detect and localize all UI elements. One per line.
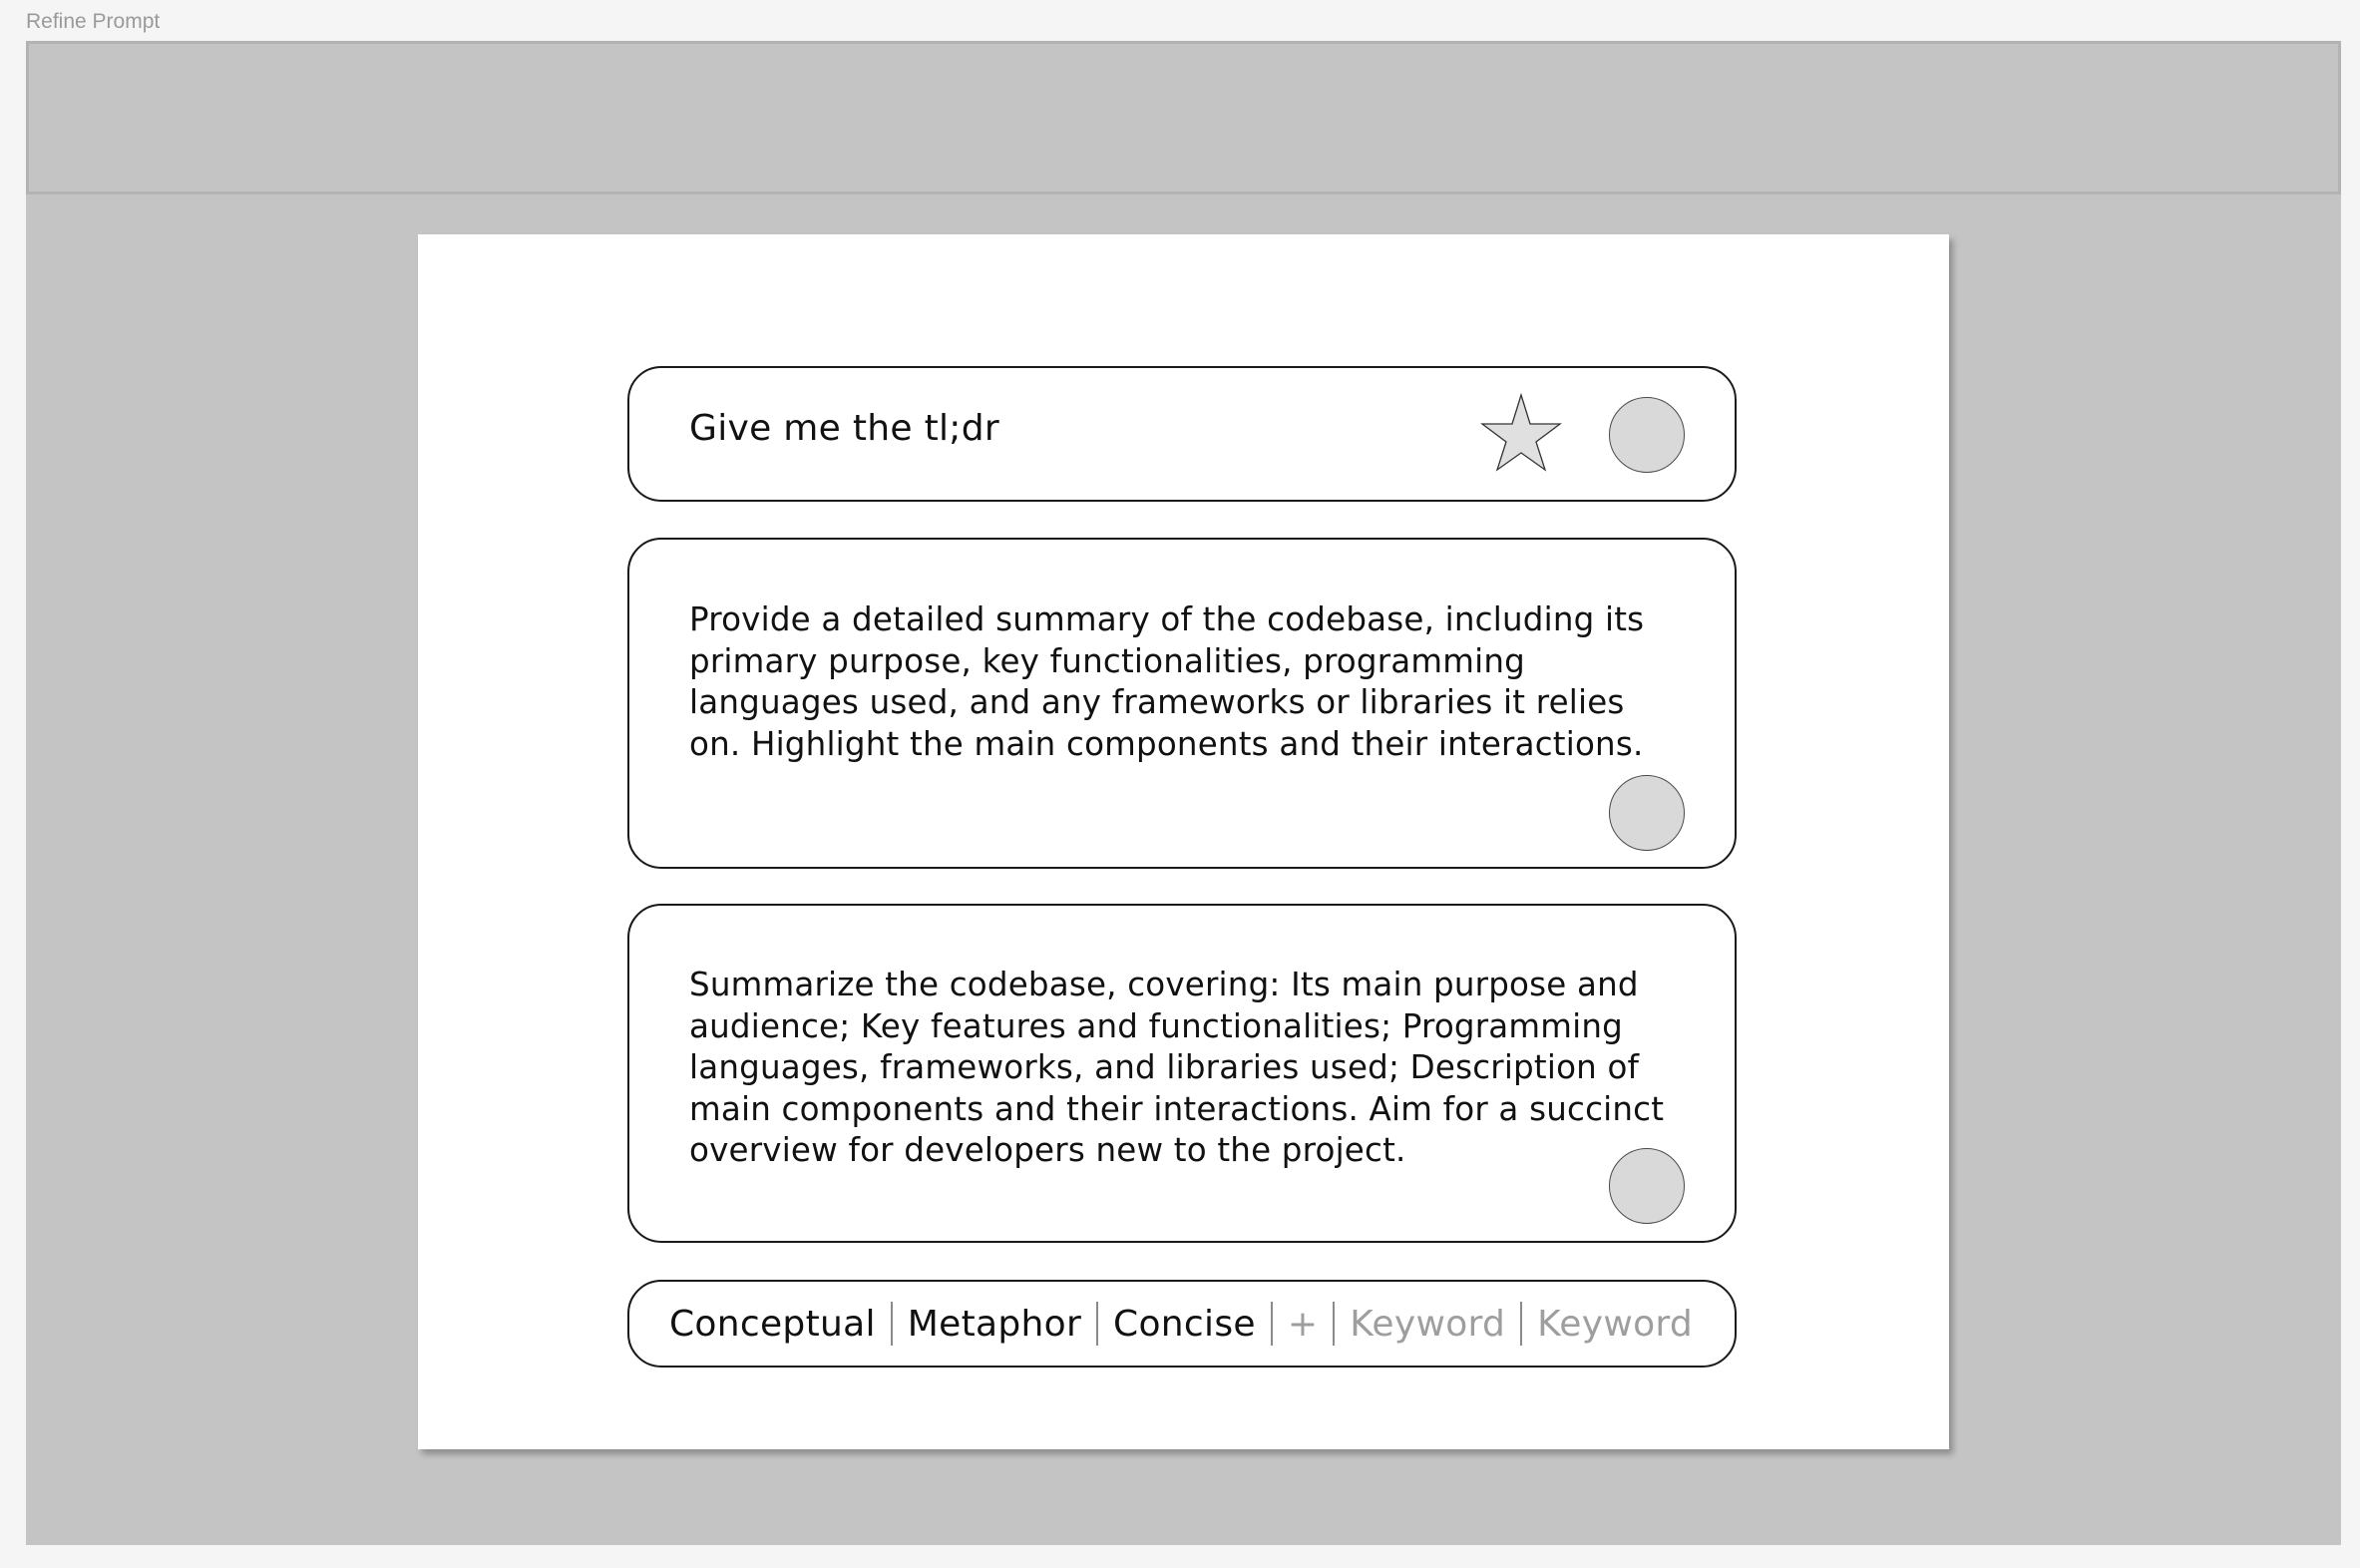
keyword-placeholder-2[interactable]: Keyword	[1537, 1304, 1693, 1345]
keywords-row: Conceptual Metaphor Concise + Keyword Ke…	[669, 1282, 1693, 1366]
concise-prompt-box[interactable]: Summarize the codebase, covering: Its ma…	[627, 904, 1737, 1243]
keyword-divider	[1520, 1302, 1523, 1346]
concise-prompt-text: Summarize the codebase, covering: Its ma…	[689, 966, 1665, 1169]
keyword-placeholder-1[interactable]: Keyword	[1350, 1304, 1505, 1345]
frame-label: Refine Prompt	[26, 10, 161, 33]
keyword-divider	[1096, 1302, 1099, 1346]
keyword-chip-metaphor[interactable]: Metaphor	[908, 1304, 1081, 1345]
prompt-card: Give me the tl;dr Provide a detailed sum…	[418, 234, 1949, 1449]
detailed-circle-button[interactable]	[1609, 775, 1685, 851]
add-keyword-button[interactable]: +	[1288, 1304, 1318, 1345]
keywords-bar: Conceptual Metaphor Concise + Keyword Ke…	[627, 1280, 1737, 1368]
tldr-circle-button[interactable]	[1609, 397, 1685, 473]
detailed-prompt-box[interactable]: Provide a detailed summary of the codeba…	[627, 538, 1737, 869]
concise-circle-button[interactable]	[1609, 1148, 1685, 1224]
keyword-chip-concise[interactable]: Concise	[1113, 1304, 1256, 1345]
detailed-prompt-text: Provide a detailed summary of the codeba…	[689, 600, 1645, 763]
keyword-chip-conceptual[interactable]: Conceptual	[669, 1304, 876, 1345]
tldr-prompt-text: Give me the tl;dr	[689, 408, 999, 449]
header-bar	[26, 41, 2341, 195]
keyword-divider	[1270, 1302, 1273, 1346]
tldr-prompt-box[interactable]: Give me the tl;dr	[627, 366, 1737, 502]
refine-prompt-frame: Give me the tl;dr Provide a detailed sum…	[26, 41, 2341, 1545]
star-icon[interactable]	[1479, 392, 1563, 472]
keyword-divider	[890, 1302, 893, 1346]
keyword-divider	[1333, 1302, 1336, 1346]
